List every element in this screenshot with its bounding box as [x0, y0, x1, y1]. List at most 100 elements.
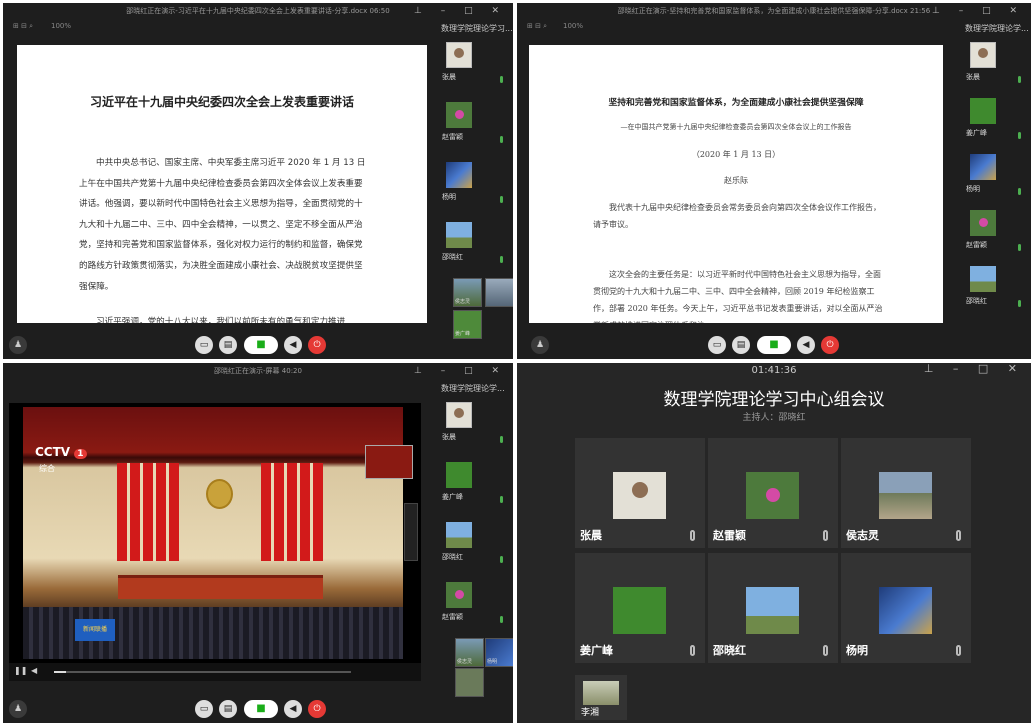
window-controls[interactable]: ⊥ – □ ✕: [932, 6, 1025, 16]
participant-tile[interactable]: 邵晓红: [708, 553, 838, 663]
avatar: [970, 266, 996, 292]
window-controls[interactable]: ⊥ – □ ✕: [414, 6, 507, 16]
meeting-title: 数理学院理论学习中心组会议: [663, 390, 885, 410]
meeting-name: 数理学院理论学...: [965, 24, 1029, 33]
participant-tile[interactable]: 侯志灵: [841, 438, 971, 548]
participant-tile[interactable]: 赵雷颖: [708, 438, 838, 548]
video-icon[interactable]: ■: [244, 336, 278, 354]
people-icon[interactable]: ♟: [9, 700, 27, 718]
mic-icon: [500, 436, 503, 443]
video-icon[interactable]: ■: [244, 700, 278, 718]
speaker-icon[interactable]: ◀: [284, 336, 302, 354]
avatar: [446, 522, 472, 548]
participant-item[interactable]: 邵晓红: [435, 518, 513, 578]
avatar: [879, 587, 932, 634]
host-label: 主持人：邵晓红: [742, 413, 806, 423]
cctv-sub: 综合: [39, 464, 55, 473]
participant-item[interactable]: 张晨: [959, 38, 1031, 94]
small-video[interactable]: [485, 278, 513, 307]
leave-icon[interactable]: ⏻: [308, 336, 326, 354]
screen-share-icon[interactable]: ▭: [195, 336, 213, 354]
screen-share-icon[interactable]: ▭: [708, 336, 726, 354]
toolbar-icons[interactable]: ⊞ ⊟ ⌕: [13, 22, 33, 31]
participant-item[interactable]: 杨明: [959, 150, 1031, 206]
flags-right: [261, 463, 323, 561]
participant-item[interactable]: 杨明: [435, 158, 513, 218]
mic-icon: [500, 136, 503, 143]
folder-icon[interactable]: ▤: [219, 700, 237, 718]
video-icon[interactable]: ■: [757, 336, 791, 354]
leave-icon[interactable]: ⏻: [308, 700, 326, 718]
zoom-level[interactable]: 100%: [563, 22, 583, 30]
window-gallery-view: ⊥ – □ ✕ 01:41:36 数理学院理论学习中心组会议 主持人：邵晓红 张…: [517, 363, 1031, 723]
participant-item[interactable]: 姜广峰: [435, 458, 513, 518]
avatar: [613, 587, 666, 634]
speaker-icon[interactable]: ◀: [797, 336, 815, 354]
avatar: [746, 472, 799, 519]
avatar: [446, 402, 472, 428]
doc-subtitle: —在中国共产党第十九届中央纪律检查委员会第四次全体会议上的工作报告: [620, 123, 852, 131]
mic-icon: [500, 256, 503, 263]
participant-item[interactable]: 赵雷颖: [435, 98, 513, 158]
doc-paragraph: 习近平强调，党的十八大以来，我们以前所未有的勇气和定力推进: [96, 317, 346, 323]
zoom-level[interactable]: 100%: [51, 22, 71, 30]
people-icon[interactable]: ♟: [9, 336, 27, 354]
avatar: [970, 98, 996, 124]
mic-icon: [823, 645, 828, 656]
participant-tile-small[interactable]: 李湘: [575, 675, 627, 720]
avatar: [446, 42, 472, 68]
small-video[interactable]: 侯志灵: [455, 638, 484, 667]
broadcast-frame: CCTV 1 综合 新闻联播: [23, 407, 413, 659]
video-side-controls[interactable]: [404, 503, 418, 561]
folder-icon[interactable]: ▤: [219, 336, 237, 354]
participant-sidebar: 数理学院理论学习... 张晨 赵雷颖 杨明 邵晓红: [435, 20, 513, 359]
toolbar-icons[interactable]: ⊞ ⊟ ⌕: [527, 22, 547, 31]
window-doc-presentation-2: 邵晓红正在演示-坚持和完善党和国家监督体系，为全面建成小康社会提供坚强保障-分享…: [517, 3, 1031, 359]
participant-tile[interactable]: 张晨: [575, 438, 705, 548]
participant-item[interactable]: 邵晓红: [959, 262, 1031, 318]
mic-muted-icon: [690, 530, 695, 541]
inset-video[interactable]: [365, 445, 413, 479]
volume-icon[interactable]: ◀: [31, 666, 37, 675]
small-video[interactable]: 杨明: [485, 638, 513, 667]
mic-icon: [690, 645, 695, 656]
participant-item[interactable]: 姜广峰: [959, 94, 1031, 150]
player-bar[interactable]: ❚❚ ◀: [9, 663, 421, 681]
window-controls[interactable]: ⊥ – □ ✕: [414, 366, 507, 376]
mic-icon: [1018, 300, 1021, 307]
bottom-toolbar: ♟ ▭ ▤ ■ ◀ ⏻: [3, 693, 513, 723]
bottom-toolbar: ♟ ▭ ▤ ■ ◀ ⏻: [517, 329, 1031, 359]
pause-icon[interactable]: ❚❚: [14, 666, 27, 675]
window-doc-presentation-1: 邵晓红正在演示-习近平在十九届中央纪委四次全会上发表重要讲话-分享.docx 0…: [3, 3, 513, 359]
doc-author: 赵乐际: [724, 176, 748, 185]
people-icon[interactable]: ♟: [531, 336, 549, 354]
mic-icon: [1018, 76, 1021, 83]
participant-item[interactable]: 赵雷颖: [959, 206, 1031, 262]
mic-icon: [500, 196, 503, 203]
participant-tile[interactable]: 姜广峰: [575, 553, 705, 663]
avatar: [446, 582, 472, 608]
progress-bar[interactable]: [54, 671, 351, 673]
screen-share-icon[interactable]: ▭: [195, 700, 213, 718]
mic-icon: [500, 76, 503, 83]
mic-icon: [956, 530, 961, 541]
emblem: [206, 479, 233, 509]
avatar: [613, 472, 666, 519]
participant-sidebar: 数理学院理论学... 张晨 姜广峰 杨明 赵雷颖 邵晓红: [959, 20, 1031, 359]
meeting-name: 数理学院理论学习...: [441, 24, 513, 33]
shared-screen-video[interactable]: CCTV 1 综合 新闻联播 ❚❚ ◀: [9, 403, 421, 681]
folder-icon[interactable]: ▤: [732, 336, 750, 354]
avatar: [970, 154, 996, 180]
speaker-icon[interactable]: ◀: [284, 700, 302, 718]
participant-item[interactable]: 赵雷颖: [435, 578, 513, 638]
participant-item[interactable]: 邵晓红: [435, 218, 513, 278]
mic-icon: [1018, 188, 1021, 195]
participant-tile[interactable]: 杨明: [841, 553, 971, 663]
mic-icon: [500, 496, 503, 503]
avatar: [446, 462, 472, 488]
participant-item[interactable]: 张晨: [435, 398, 513, 458]
meeting-timer: 01:41:36: [751, 365, 797, 376]
leave-icon[interactable]: ⏻: [821, 336, 839, 354]
small-video[interactable]: 侯志灵: [453, 278, 482, 307]
participant-item[interactable]: 张晨: [435, 38, 513, 98]
